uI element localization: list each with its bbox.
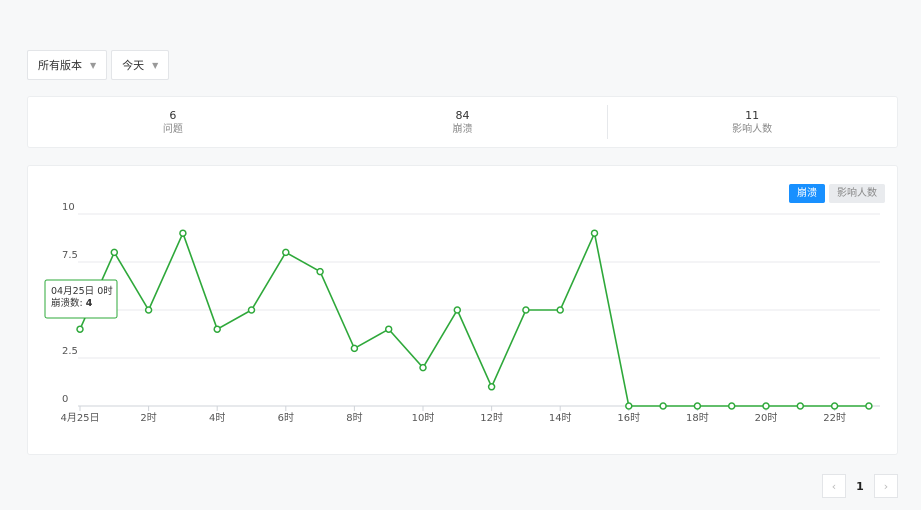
data-point [247, 306, 256, 314]
x-tick-label: 6时 [278, 412, 294, 424]
x-tick-label: 10时 [412, 412, 435, 424]
data-point [727, 402, 736, 410]
stat-crashes: 84 崩溃 [318, 97, 608, 147]
y-tick-label: 7.5 [62, 250, 78, 261]
next-page-button[interactable]: › [874, 474, 898, 498]
crash-line-chart: 02.557.5104月25日2时4时6时8时10时12时14时16时18时20… [44, 202, 880, 424]
data-point [556, 306, 564, 314]
x-tick-label: 8时 [346, 412, 362, 424]
prev-page-button[interactable]: ‹ [822, 474, 846, 498]
data-point [419, 363, 427, 372]
stat-crashes-label: 崩溃 [452, 123, 473, 135]
stats-panel: 6 问题 84 崩溃 11 影响人数 [27, 96, 898, 148]
x-tick-label: 4月25日 [60, 412, 99, 424]
x-tick-label: 20时 [755, 412, 778, 424]
data-point [762, 402, 770, 410]
y-tick-label: 10 [62, 202, 75, 213]
stat-issues: 6 问题 [28, 97, 318, 147]
data-point [144, 306, 153, 314]
chart-tooltip: 04月25日 0时崩溃数: 4 [44, 279, 118, 319]
data-point [453, 306, 462, 314]
date-dropdown[interactable]: 今天 ▼ [111, 50, 170, 80]
version-dropdown[interactable]: 所有版本 ▼ [27, 50, 108, 80]
data-point [316, 267, 324, 276]
data-point [350, 344, 359, 353]
tooltip-title: 04月25日 0时 [51, 285, 113, 297]
data-point [693, 402, 702, 410]
stat-affected-value: 11 [745, 108, 760, 122]
data-point [487, 383, 496, 391]
chevron-left-icon: ‹ [831, 479, 837, 493]
data-point [625, 402, 633, 410]
tooltip-label: 崩溃数: 4 [51, 297, 93, 309]
crash-series-line [79, 230, 869, 407]
data-point [213, 325, 221, 333]
date-dropdown-label: 今天 [122, 59, 145, 72]
data-point [865, 402, 873, 410]
pagination: ‹ 1 › [822, 474, 898, 498]
chart-card: 崩溃 影响人数 02.557.5104月25日2时4时6时8时10时12时14时… [27, 165, 898, 455]
tooltip-value: 4 [86, 298, 93, 309]
stat-issues-value: 6 [169, 108, 177, 122]
data-point [282, 248, 290, 257]
x-tick-label: 14时 [549, 412, 572, 424]
x-tick-label: 16时 [617, 412, 640, 424]
x-tick-label: 12时 [480, 412, 503, 424]
chevron-down-icon: ▼ [90, 60, 97, 70]
x-tick-label: 18时 [686, 412, 709, 424]
version-dropdown-label: 所有版本 [38, 59, 82, 72]
data-point [796, 402, 805, 410]
y-tick-label: 2.5 [62, 346, 78, 357]
stat-affected-label: 影响人数 [732, 123, 773, 135]
x-tick-label: 22时 [823, 412, 846, 424]
data-point [179, 229, 187, 237]
data-point [830, 402, 839, 410]
data-point [76, 325, 84, 333]
y-tick-label: 0 [62, 394, 68, 405]
chevron-right-icon: › [883, 479, 889, 493]
filter-bar: 所有版本 ▼ 今天 ▼ [27, 50, 170, 80]
chevron-down-icon: ▼ [152, 60, 159, 70]
current-page[interactable]: 1 [848, 474, 872, 498]
data-point [590, 229, 599, 237]
stat-issues-label: 问题 [162, 123, 183, 135]
data-point [522, 306, 530, 314]
data-point [659, 402, 667, 410]
x-tick-label: 4时 [209, 412, 225, 424]
data-point [384, 325, 393, 333]
stat-crashes-value: 84 [455, 108, 470, 122]
x-tick-label: 2时 [140, 412, 156, 424]
data-point [110, 248, 119, 257]
stat-affected: 11 影响人数 [607, 97, 897, 147]
